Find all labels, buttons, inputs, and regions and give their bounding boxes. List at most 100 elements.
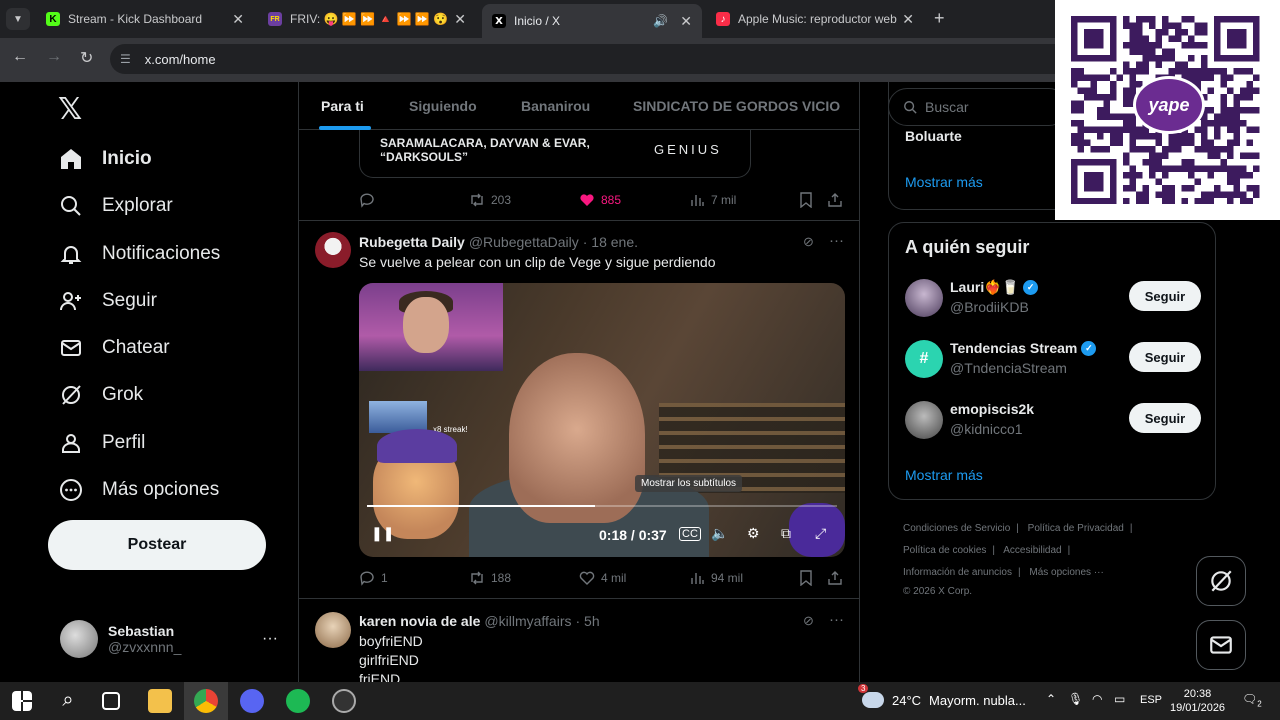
search-icon[interactable]: ⌕: [56, 689, 80, 713]
footer-link[interactable]: Política de cookies: [903, 545, 986, 556]
post-time[interactable]: · 18 ene.: [583, 234, 638, 250]
reload-icon[interactable]: ↻: [80, 48, 93, 68]
sidebar-item-mas-opciones[interactable]: Más opciones: [58, 475, 219, 505]
close-tab-icon[interactable]: ✕: [680, 13, 692, 30]
messages-floating-button[interactable]: [1196, 620, 1246, 670]
network-icon[interactable]: ▭: [1114, 692, 1125, 706]
footer-link[interactable]: Más opciones ···: [1029, 567, 1103, 578]
forward-icon[interactable]: →: [46, 48, 62, 66]
browser-tab-friv[interactable]: FR FRIV: 😛 ⏩ ⏩ 🔺 ⏩ ⏩ 😯 ✕: [258, 4, 476, 34]
grok-floating-button[interactable]: [1196, 556, 1246, 606]
tab-bananirou[interactable]: Bananirou: [521, 98, 590, 114]
search-input[interactable]: Buscar: [888, 88, 1068, 126]
notifications-icon[interactable]: 🗨2: [1242, 692, 1262, 708]
picture-in-picture-icon[interactable]: ⧉: [781, 525, 791, 542]
windows-start-icon[interactable]: [12, 691, 32, 711]
site-info-icon[interactable]: ☰: [120, 52, 131, 66]
captions-icon[interactable]: CC: [679, 527, 701, 541]
grok-icon[interactable]: ⊘: [803, 234, 814, 250]
repost-button[interactable]: 188: [469, 570, 579, 586]
tab-siguiendo[interactable]: Siguiendo: [409, 98, 477, 114]
browser-tab-kick[interactable]: K Stream - Kick Dashboard ✕: [36, 4, 254, 34]
author-name[interactable]: Rubegetta Daily: [359, 234, 465, 250]
bookmark-icon[interactable]: [799, 570, 827, 586]
close-tab-icon[interactable]: ✕: [902, 11, 914, 28]
clock[interactable]: 20:38 19/01/2026: [1170, 687, 1225, 715]
chevron-up-icon[interactable]: ⌃: [1046, 692, 1056, 706]
like-button[interactable]: 885: [579, 192, 689, 208]
new-tab-icon[interactable]: +: [934, 8, 945, 29]
author-handle[interactable]: @killmyaffairs: [484, 613, 571, 629]
sidebar-item-inicio[interactable]: Inicio: [58, 144, 152, 174]
tab-search-chevron-icon[interactable]: ▼: [6, 8, 30, 30]
follow-suggestion[interactable]: # Tendencias Stream ✓ @TndenciaStream Seg…: [905, 340, 1205, 380]
follow-suggestion[interactable]: Lauri❤️‍🔥🥛 ✓ @BrodiiKDB Seguir: [905, 279, 1205, 319]
trend-item[interactable]: Boluarte: [905, 128, 962, 144]
author-name[interactable]: karen novia de ale: [359, 613, 480, 629]
sidebar-item-seguir[interactable]: Seguir: [58, 286, 157, 316]
views-button[interactable]: 7 mil: [689, 192, 799, 208]
avatar[interactable]: #: [905, 340, 943, 378]
share-icon[interactable]: [827, 192, 849, 208]
language-indicator[interactable]: ESP: [1140, 694, 1162, 706]
account-switcher[interactable]: Sebastian @zvxxnnn_: [60, 620, 181, 658]
avatar[interactable]: [315, 612, 351, 648]
sidebar-item-grok[interactable]: Grok: [58, 380, 143, 410]
discord-icon[interactable]: [240, 689, 264, 713]
more-icon[interactable]: ···: [829, 611, 844, 628]
follow-button[interactable]: Seguir: [1129, 281, 1201, 311]
browser-tab-apple-music[interactable]: ♪ Apple Music: reproductor web ✕: [706, 4, 924, 34]
microphone-icon[interactable]: 🎙: [1068, 692, 1083, 706]
follow-suggestion[interactable]: emopiscis2k @kidnicco1 Seguir: [905, 401, 1205, 441]
fullscreen-icon[interactable]: ⤢: [815, 525, 826, 542]
file-explorer-icon[interactable]: [148, 689, 172, 713]
volume-icon[interactable]: 🔈: [711, 525, 728, 542]
video-player[interactable]: x8 streak! Mostrar los subtítulos ❚❚ 0:1…: [359, 283, 845, 557]
close-tab-icon[interactable]: ✕: [454, 11, 466, 28]
sidebar-item-chatear[interactable]: Chatear: [58, 333, 170, 363]
show-more-link[interactable]: Mostrar más: [905, 174, 983, 190]
bookmark-icon[interactable]: [799, 192, 827, 208]
reply-button[interactable]: 1: [359, 570, 469, 586]
footer-link[interactable]: Política de Privacidad: [1028, 523, 1124, 534]
sidebar-item-notificaciones[interactable]: Notificaciones: [58, 239, 220, 269]
pause-icon[interactable]: ❚❚: [371, 525, 394, 542]
sidebar-item-perfil[interactable]: Perfil: [58, 428, 145, 458]
video-progress-bar[interactable]: [367, 505, 837, 507]
tab-sindicato[interactable]: SINDICATO DE GORDOS VICIO: [633, 98, 840, 114]
tab-para-ti[interactable]: Para ti: [321, 98, 364, 114]
repost-button[interactable]: 203: [469, 192, 579, 208]
views-button[interactable]: 94 mil: [689, 570, 799, 586]
spotify-icon[interactable]: [286, 689, 310, 713]
close-tab-icon[interactable]: ✕: [232, 11, 244, 28]
link-card[interactable]: SARAMALACARA, DAYVAN & EVAR, “DARKSOULS”…: [359, 130, 751, 178]
settings-icon[interactable]: ⚙: [747, 525, 760, 542]
wifi-icon[interactable]: ◠: [1092, 692, 1102, 706]
share-icon[interactable]: [827, 570, 849, 586]
reply-button[interactable]: [359, 192, 469, 208]
sidebar-item-explorar[interactable]: Explorar: [58, 191, 173, 221]
footer-link[interactable]: Condiciones de Servicio: [903, 523, 1010, 534]
more-icon[interactable]: ···: [829, 232, 844, 249]
avatar[interactable]: [315, 232, 351, 268]
more-icon[interactable]: ···: [262, 630, 278, 648]
footer-link[interactable]: Información de anuncios: [903, 567, 1012, 578]
post-button[interactable]: Postear: [48, 520, 266, 570]
avatar[interactable]: [905, 401, 943, 439]
back-icon[interactable]: ←: [12, 48, 28, 66]
like-button[interactable]: 4 mil: [579, 570, 689, 586]
weather-widget[interactable]: 3 24°C Mayorm. nubla...: [858, 684, 1026, 708]
post-time[interactable]: · 5h: [575, 613, 599, 629]
obs-icon[interactable]: [332, 689, 356, 713]
follow-button[interactable]: Seguir: [1129, 342, 1201, 372]
follow-button[interactable]: Seguir: [1129, 403, 1201, 433]
speaker-icon[interactable]: 🔊: [653, 14, 668, 28]
grok-icon[interactable]: ⊘: [803, 613, 814, 629]
x-logo[interactable]: 𝕏: [58, 92, 82, 127]
browser-tab-x[interactable]: X Inicio / X 🔊 ✕: [482, 4, 702, 38]
show-more-link[interactable]: Mostrar más: [905, 467, 983, 483]
url-input[interactable]: ☰ x.com/home: [110, 44, 1110, 74]
avatar[interactable]: [905, 279, 943, 317]
task-view-icon[interactable]: [102, 692, 120, 710]
footer-link[interactable]: Accesibilidad: [1003, 545, 1061, 556]
